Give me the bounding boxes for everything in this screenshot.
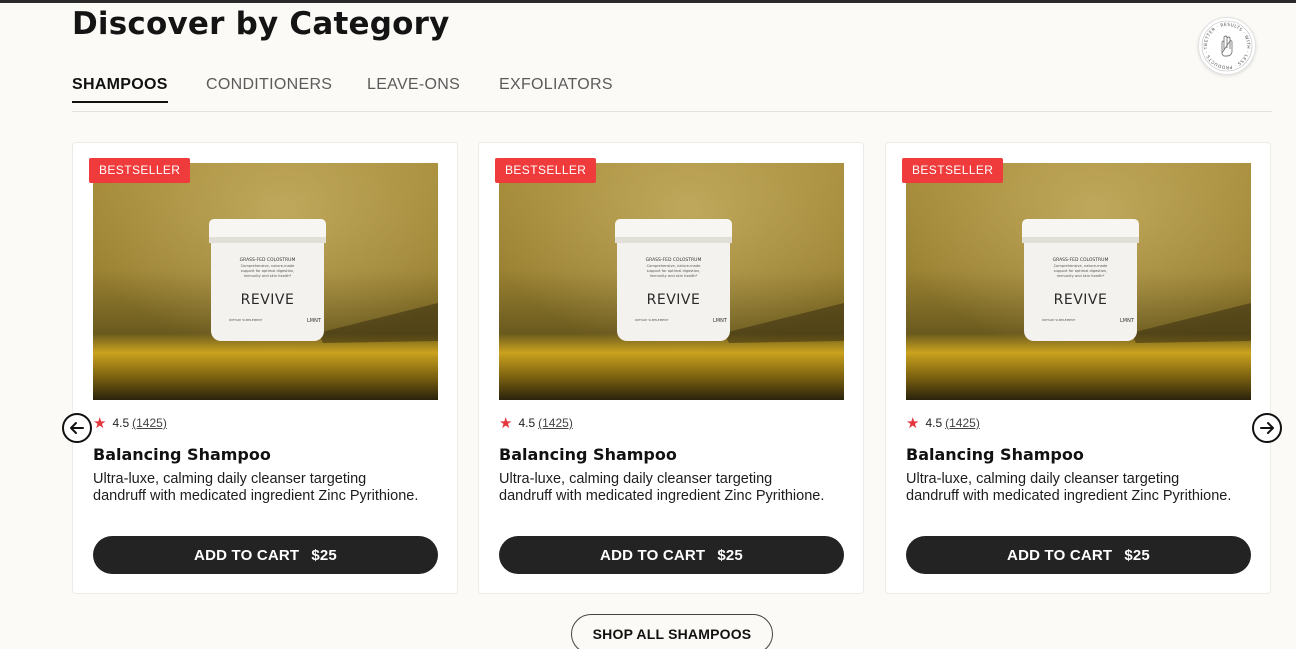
jar-label-line2: Comprehensive, nature-made bbox=[241, 264, 295, 268]
section-title: Discover by Category bbox=[72, 6, 450, 42]
tab-conditioners[interactable]: CONDITIONERS bbox=[206, 76, 332, 101]
add-to-cart-label: ADD TO CART bbox=[1007, 546, 1113, 564]
product-price: $25 bbox=[311, 546, 337, 564]
product-name[interactable]: Balancing Shampoo bbox=[499, 445, 677, 464]
jar-footer-right: LMNT bbox=[307, 318, 322, 324]
top-border bbox=[0, 0, 1296, 3]
product-rating: ★ 4.5 (1425) bbox=[93, 414, 167, 432]
add-to-cart-button[interactable]: ADD TO CART $25 bbox=[499, 536, 844, 574]
svg-text:BETTER · RESULTS · WITH · LESS: BETTER · RESULTS · WITH · LESS · PRODUCT… bbox=[1200, 19, 1251, 70]
jar-footer-left: DIETARY SUPPLEMENT bbox=[635, 318, 668, 322]
bestseller-badge: BESTSELLER bbox=[89, 158, 191, 183]
rating-value: 4.5 bbox=[518, 416, 536, 430]
product-description: Ultra-luxe, calming daily cleanser targe… bbox=[499, 471, 825, 504]
rating-value: 4.5 bbox=[112, 416, 130, 430]
jar-label-line3: support for optimal digestion, bbox=[1054, 269, 1107, 273]
arrow-left-icon[interactable] bbox=[62, 413, 92, 443]
product-card: BESTSELLER GRASS-FED COLOSTRUM Comprehen… bbox=[885, 142, 1271, 594]
product-rating: ★ 4.5 (1425) bbox=[906, 414, 980, 432]
jar-label-line1: GRASS-FED COLOSTRUM bbox=[646, 257, 702, 263]
review-count-link[interactable]: (1425) bbox=[538, 416, 573, 430]
product-description: Ultra-luxe, calming daily cleanser targe… bbox=[906, 471, 1232, 504]
jar-label-line3: support for optimal digestion, bbox=[647, 269, 700, 273]
jar-footer-right: LMNT bbox=[1120, 318, 1135, 324]
add-to-cart-button[interactable]: ADD TO CART $25 bbox=[906, 536, 1251, 574]
tab-exfoliators[interactable]: EXFOLIATORS bbox=[499, 76, 613, 101]
add-to-cart-label: ADD TO CART bbox=[600, 546, 706, 564]
jar-brand: REVIVE bbox=[647, 292, 701, 308]
jar-label-line4: immunity and skin health* bbox=[1057, 274, 1105, 278]
product-image[interactable]: GRASS-FED COLOSTRUM Comprehensive, natur… bbox=[499, 163, 844, 400]
jar-label-line4: immunity and skin health* bbox=[244, 274, 292, 278]
jar-label-line2: Comprehensive, nature-made bbox=[1054, 264, 1108, 268]
jar-brand: REVIVE bbox=[1054, 292, 1108, 308]
rating-value: 4.5 bbox=[925, 416, 943, 430]
bestseller-badge: BESTSELLER bbox=[495, 158, 597, 183]
jar-footer-right: LMNT bbox=[713, 318, 728, 324]
arrow-right-icon[interactable] bbox=[1252, 413, 1282, 443]
product-rating: ★ 4.5 (1425) bbox=[499, 414, 573, 432]
category-tabs: SHAMPOOS CONDITIONERS LEAVE-ONS EXFOLIAT… bbox=[72, 74, 1272, 112]
star-icon: ★ bbox=[93, 415, 107, 432]
product-price: $25 bbox=[1124, 546, 1150, 564]
seal-text: BETTER · RESULTS · WITH · LESS · PRODUCT… bbox=[1200, 19, 1251, 70]
tab-shampoos[interactable]: SHAMPOOS bbox=[72, 76, 168, 103]
product-price: $25 bbox=[717, 546, 743, 564]
product-name[interactable]: Balancing Shampoo bbox=[906, 445, 1084, 464]
jar-label-line1: GRASS-FED COLOSTRUM bbox=[1053, 257, 1109, 263]
add-to-cart-button[interactable]: ADD TO CART $25 bbox=[93, 536, 438, 574]
jar-footer-left: DIETARY SUPPLEMENT bbox=[229, 318, 262, 322]
tab-leave-ons[interactable]: LEAVE-ONS bbox=[367, 76, 460, 101]
review-count-link[interactable]: (1425) bbox=[945, 416, 980, 430]
add-to-cart-label: ADD TO CART bbox=[194, 546, 300, 564]
jar-label-line2: Comprehensive, nature-made bbox=[647, 264, 701, 268]
jar-footer-left: DIETARY SUPPLEMENT bbox=[1042, 318, 1075, 322]
jar-brand: REVIVE bbox=[241, 292, 295, 308]
shop-all-button[interactable]: SHOP ALL SHAMPOOS bbox=[571, 614, 773, 649]
hand-seal-icon: BETTER · RESULTS · WITH · LESS · PRODUCT… bbox=[1198, 17, 1256, 75]
product-image[interactable]: GRASS-FED COLOSTRUM Comprehensive, natur… bbox=[93, 163, 438, 400]
product-card: BESTSELLER GRASS-FED COLOSTRUM Comprehen… bbox=[478, 142, 864, 594]
product-image[interactable]: GRASS-FED COLOSTRUM Comprehensive, natur… bbox=[906, 163, 1251, 400]
product-description: Ultra-luxe, calming daily cleanser targe… bbox=[93, 471, 419, 504]
bestseller-badge: BESTSELLER bbox=[902, 158, 1004, 183]
product-card: BESTSELLER GRASS-FED COLOSTRUM Comprehen… bbox=[72, 142, 458, 594]
jar-label-line1: GRASS-FED COLOSTRUM bbox=[240, 257, 296, 263]
star-icon: ★ bbox=[906, 415, 920, 432]
jar-label-line3: support for optimal digestion, bbox=[241, 269, 294, 273]
review-count-link[interactable]: (1425) bbox=[132, 416, 167, 430]
star-icon: ★ bbox=[499, 415, 513, 432]
product-name[interactable]: Balancing Shampoo bbox=[93, 445, 271, 464]
jar-label-line4: immunity and skin health* bbox=[650, 274, 698, 278]
